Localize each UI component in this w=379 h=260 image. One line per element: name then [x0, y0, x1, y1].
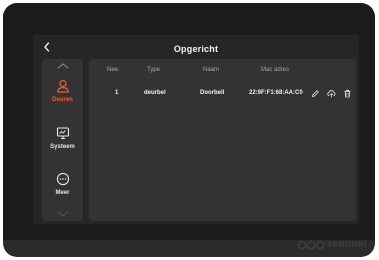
- sidebar-item-deuren[interactable]: Deuren: [42, 79, 83, 103]
- table-row: 1 deurbel Doorbell 22:9F:F1:68:AA:C0: [89, 87, 356, 99]
- device-frame: Opgericht Deuren Systeem Meer Nee. Type …: [3, 3, 375, 257]
- sidebar-item-label: Deuren: [52, 97, 73, 103]
- chevron-up-icon: [56, 63, 69, 69]
- trash-icon[interactable]: [343, 89, 352, 98]
- table-header: Nee. Type Naam Mac adres: [89, 64, 356, 76]
- screen: Opgericht Deuren Systeem Meer Nee. Type …: [33, 35, 359, 224]
- column-header-type: Type: [147, 67, 161, 73]
- sidebar-item-label: Systeem: [50, 144, 75, 150]
- sidebar: Deuren Systeem Meer: [42, 59, 83, 221]
- cell-nee: 1: [115, 90, 119, 96]
- cell-naam: Doorbell: [200, 90, 225, 96]
- monitor-icon: [56, 127, 69, 140]
- sidebar-item-meer[interactable]: Meer: [42, 172, 83, 196]
- chevron-down-icon: [56, 211, 69, 217]
- page-title: Opgericht: [173, 44, 219, 54]
- column-header-nee: Nee.: [107, 67, 120, 73]
- device-table: Nee. Type Naam Mac adres 1 deurbel Doorb…: [89, 59, 356, 221]
- more-icon: [56, 172, 69, 186]
- column-header-mac: Mac adres: [261, 67, 290, 73]
- upload-icon[interactable]: [327, 89, 336, 98]
- column-header-naam: Naam: [203, 67, 220, 73]
- scroll-up-button[interactable]: [42, 62, 83, 72]
- cell-type: deurbel: [144, 90, 166, 96]
- brand-logo: sentinel: [297, 239, 367, 250]
- sidebar-item-label: Meer: [55, 190, 70, 196]
- scroll-down-button[interactable]: [42, 210, 83, 220]
- edit-icon[interactable]: [311, 89, 320, 98]
- sidebar-item-systeem[interactable]: Systeem: [42, 126, 83, 150]
- cell-mac: 22:9F:F1:68:AA:C0: [249, 90, 303, 96]
- brand-mark-icon: [297, 240, 325, 249]
- brand-name: sentinel: [326, 239, 367, 250]
- user-icon: [56, 79, 69, 93]
